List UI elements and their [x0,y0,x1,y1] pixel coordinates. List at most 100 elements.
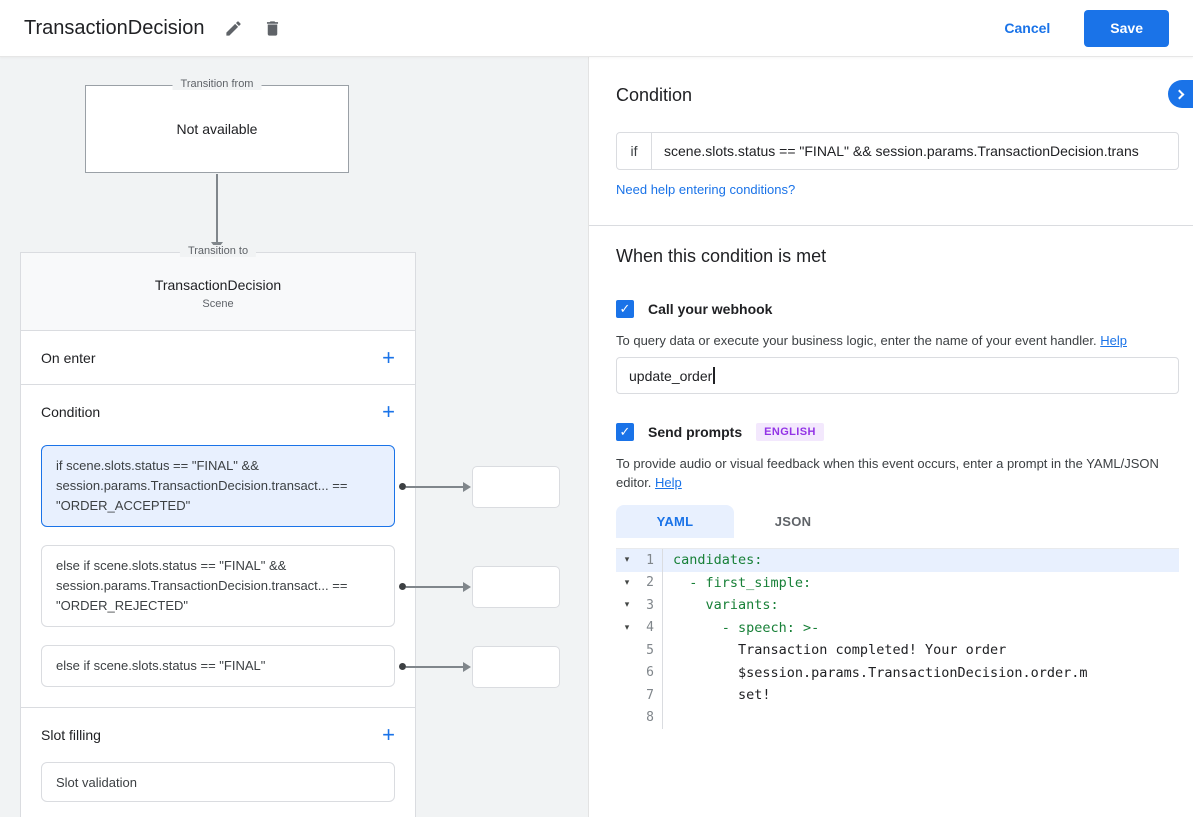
fold-arrow-icon[interactable]: ▾ [616,623,638,633]
webhook-help-link[interactable]: Help [1100,333,1127,348]
main-content: Transition from Not available Transition… [0,57,1193,817]
on-enter-label: On enter [41,350,95,366]
save-button[interactable]: Save [1084,10,1169,47]
call-webhook-label: Call your webhook [648,301,772,317]
condition-section-header: Condition + [21,385,415,439]
fold-arrow-icon[interactable]: ▾ [616,555,638,565]
code-text: Transaction completed! Your order [663,642,1006,658]
fold-arrow-icon[interactable]: ▾ [616,578,638,588]
connector-line [406,666,464,668]
top-bar: TransactionDecision Cancel Save [0,0,1193,57]
chevron-right-icon [1175,89,1185,99]
scene-card-header[interactable]: Transition to TransactionDecision Scene [21,253,415,331]
connector-line [406,486,464,488]
condition-card-accepted[interactable]: if scene.slots.status == "FINAL" && sess… [41,445,395,527]
condition-card-final[interactable]: else if scene.slots.status == "FINAL" [41,645,395,687]
line-number: 5 [638,643,662,658]
line-number: 6 [638,665,662,680]
code-text: $session.params.TransactionDecision.orde… [663,665,1088,681]
cancel-button[interactable]: Cancel [1004,20,1050,36]
condition-text: else if scene.slots.status == "FINAL" &&… [56,556,356,616]
transition-to-label: Transition to [180,245,256,257]
scene-card: Transition to TransactionDecision Scene … [20,252,416,817]
delete-scene-button[interactable] [263,19,282,38]
pencil-icon [224,19,243,38]
section-divider [589,225,1193,226]
transition-arrow [216,174,218,242]
transition-target-box[interactable] [472,566,560,608]
slot-validation-item[interactable]: Slot validation [41,762,395,802]
when-condition-met-title: When this condition is met [616,246,826,267]
add-on-enter-button[interactable]: + [382,348,395,368]
connector-arrowhead-icon [463,662,471,672]
slot-filling-section: Slot filling + Slot validation [21,708,415,817]
line-number: 8 [638,710,662,725]
text-caret [713,367,715,384]
editor-line[interactable]: 7 set! [616,684,1179,707]
condition-expression-row: if scene.slots.status == "FINAL" && sess… [616,132,1179,170]
yaml-code-editor[interactable]: ▾ 1 candidates: ▾ 2 - first_simple: ▾ 3 … [616,548,1179,817]
call-webhook-checkbox[interactable]: ✓ [616,300,634,318]
app: TransactionDecision Cancel Save Transiti… [0,0,1193,817]
fold-arrow-icon[interactable]: ▾ [616,600,638,610]
webhook-description-text: To query data or execute your business l… [616,333,1097,348]
send-prompts-row: ✓ Send prompts ENGLISH [616,423,824,441]
panel-title: Condition [616,85,692,106]
collapse-panel-button[interactable] [1168,80,1193,108]
transition-from-label: Transition from [173,78,262,90]
on-enter-row[interactable]: On enter + [21,331,415,385]
connector-line [406,586,464,588]
editor-line[interactable]: 5 Transaction completed! Your order [616,639,1179,662]
slot-filling-label: Slot filling [41,727,101,743]
condition-card-rejected[interactable]: else if scene.slots.status == "FINAL" &&… [41,545,395,627]
editor-line[interactable]: 6 $session.params.TransactionDecision.or… [616,662,1179,685]
code-text: - speech: >- [663,620,819,636]
if-label: if [617,133,652,169]
condition-expression-input[interactable]: scene.slots.status == "FINAL" && session… [652,133,1178,169]
prompts-description-text: To provide audio or visual feedback when… [616,456,1159,490]
transition-target-box[interactable] [472,646,560,688]
tab-yaml[interactable]: YAML [616,505,734,538]
connector-dot [399,663,406,670]
condition-text: if scene.slots.status == "FINAL" && sess… [56,456,356,516]
webhook-description: To query data or execute your business l… [616,331,1179,350]
code-text: candidates: [663,552,762,568]
transition-target-box[interactable] [472,466,560,508]
editor-line[interactable]: ▾ 2 - first_simple: [616,572,1179,595]
line-number: 4 [638,620,662,635]
add-condition-button[interactable]: + [382,402,395,422]
line-number: 3 [638,598,662,613]
editor-line[interactable]: ▾ 4 - speech: >- [616,617,1179,640]
prompts-description: To provide audio or visual feedback when… [616,454,1179,492]
condition-text: else if scene.slots.status == "FINAL" [56,656,356,676]
line-number: 1 [638,553,662,568]
line-number: 2 [638,575,662,590]
conditions-help-link[interactable]: Need help entering conditions? [616,182,795,197]
prompts-help-link[interactable]: Help [655,475,682,490]
connector-dot [399,483,406,490]
code-text: variants: [663,597,779,613]
edit-title-button[interactable] [224,19,243,38]
send-prompts-checkbox[interactable]: ✓ [616,423,634,441]
tab-json[interactable]: JSON [734,505,852,538]
send-prompts-label: Send prompts [648,424,742,440]
code-text: - first_simple: [663,575,811,591]
scene-graph-panel: Transition from Not available Transition… [0,57,588,817]
add-slot-button[interactable]: + [382,725,395,745]
slot-filling-header: Slot filling + [21,708,415,762]
scene-type-label: Scene [21,298,415,310]
webhook-row: ✓ Call your webhook [616,300,772,318]
condition-editor-panel: Condition if scene.slots.status == "FINA… [588,57,1193,817]
editor-line[interactable]: ▾ 1 candidates: [616,549,1179,572]
condition-section: Condition + if scene.slots.status == "FI… [21,385,415,708]
condition-section-label: Condition [41,404,100,420]
page-title: TransactionDecision [24,17,204,40]
transition-from-value: Not available [177,121,258,137]
editor-line[interactable]: 8 [616,707,1179,730]
editor-line[interactable]: ▾ 3 variants: [616,594,1179,617]
connector-arrowhead-icon [463,582,471,592]
transition-from-box[interactable]: Transition from Not available [85,85,349,173]
line-number: 7 [638,688,662,703]
code-text: set! [663,687,771,703]
event-handler-input[interactable]: update_order [616,357,1179,394]
